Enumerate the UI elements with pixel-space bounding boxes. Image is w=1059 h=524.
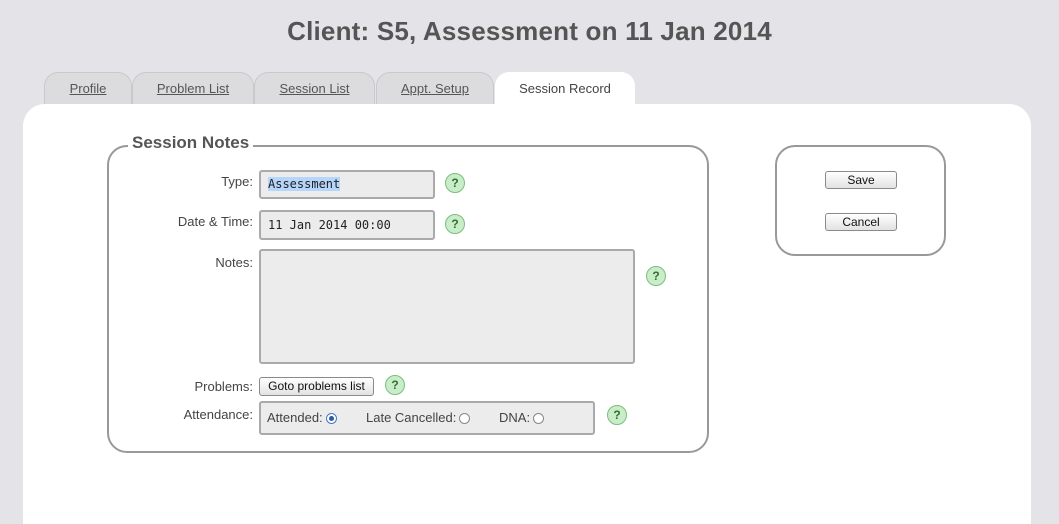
attendance-option-late-cancelled[interactable]: Late Cancelled: — [366, 410, 471, 425]
type-field[interactable]: Assessment — [259, 170, 435, 199]
attendance-group: Attended: Late Cancelled: DNA: — [259, 401, 595, 435]
cancel-button[interactable]: Cancel — [825, 213, 897, 231]
tab-session-list[interactable]: Session List — [254, 72, 375, 104]
problems-label: Problems: — [194, 379, 253, 394]
late-cancelled-radio[interactable] — [459, 413, 471, 424]
datetime-label: Date & Time: — [177, 214, 253, 229]
goto-problems-button[interactable]: Goto problems list — [259, 377, 374, 396]
tab-appt-setup[interactable]: Appt. Setup — [376, 72, 494, 104]
attendance-label: Attendance: — [183, 407, 253, 422]
attended-label: Attended: — [267, 410, 323, 425]
datetime-help-icon[interactable]: ? — [445, 214, 465, 234]
type-help-icon[interactable]: ? — [445, 173, 465, 193]
tab-profile[interactable]: Profile — [44, 72, 132, 104]
tab-session-record[interactable]: Session Record — [495, 72, 635, 106]
type-label: Type: — [221, 174, 253, 189]
datetime-field[interactable]: 11 Jan 2014 00:00 — [259, 210, 435, 240]
datetime-value: 11 Jan 2014 00:00 — [268, 218, 391, 232]
page-title: Client: S5, Assessment on 11 Jan 2014 — [287, 16, 772, 46]
dna-label: DNA: — [499, 410, 531, 425]
notes-label: Notes: — [215, 255, 253, 270]
tab-problem-list[interactable]: Problem List — [132, 72, 254, 104]
attendance-help-icon[interactable]: ? — [607, 405, 627, 425]
actions-panel — [775, 145, 946, 256]
save-button[interactable]: Save — [825, 171, 897, 189]
late-cancelled-label: Late Cancelled: — [366, 410, 457, 425]
notes-help-icon[interactable]: ? — [646, 266, 666, 286]
attendance-option-dna[interactable]: DNA: — [499, 410, 545, 425]
problems-help-icon[interactable]: ? — [385, 375, 405, 395]
attendance-option-attended[interactable]: Attended: — [267, 410, 337, 425]
type-value: Assessment — [268, 177, 341, 191]
attended-radio[interactable] — [325, 413, 337, 424]
notes-textarea[interactable] — [259, 249, 635, 364]
dna-radio[interactable] — [533, 413, 545, 424]
session-notes-legend: Session Notes — [128, 133, 254, 153]
